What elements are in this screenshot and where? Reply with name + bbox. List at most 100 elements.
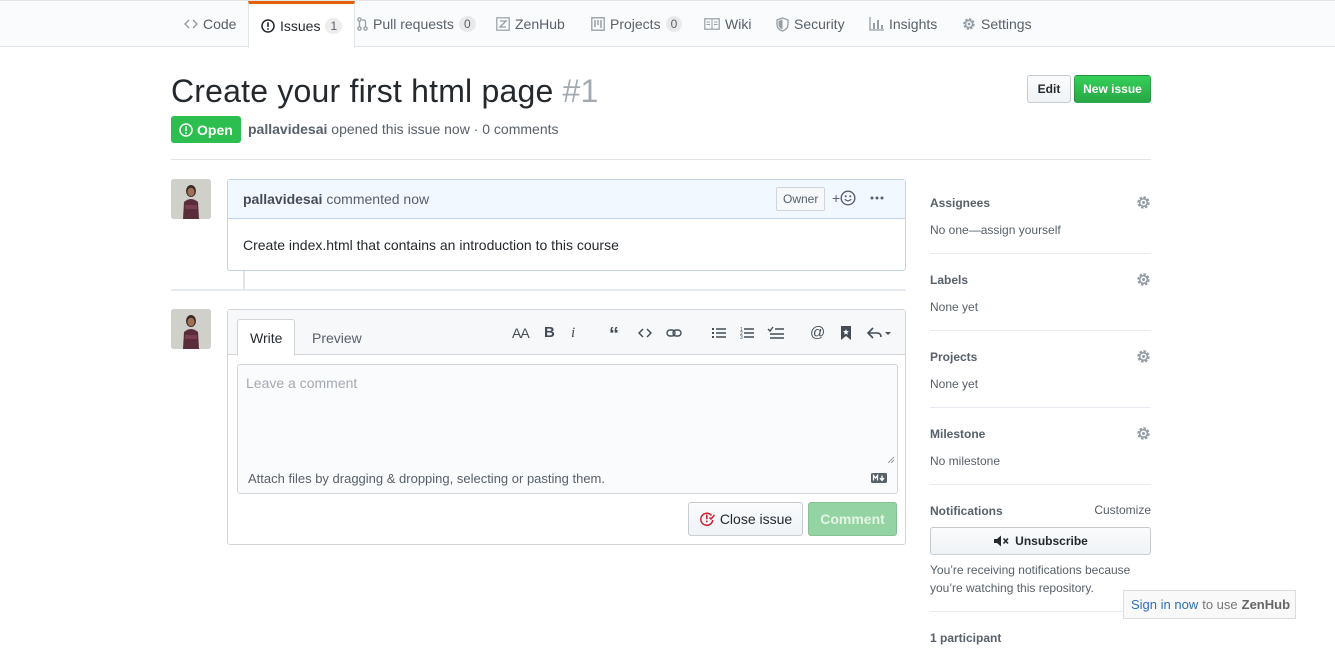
repo-nav: Code Issues 1 Pull requests 0 ZenHub Pro… (0, 0, 1335, 48)
notifications-note: You’re receiving notifications because y… (930, 563, 1131, 595)
shield-icon (776, 16, 789, 32)
gear-icon (962, 17, 976, 31)
participants-heading: 1 participant (930, 631, 1002, 645)
tab-write[interactable]: Write (237, 319, 296, 356)
sidebar-divider (930, 484, 1151, 485)
edit-button[interactable]: Edit (1027, 75, 1071, 103)
tab-label: Code (203, 16, 237, 32)
sidebar-labels: Labels None yet (930, 272, 1151, 315)
markdown-icon[interactable] (871, 473, 887, 483)
zenhub-icon (496, 17, 510, 31)
tab-label: Pull requests (373, 16, 454, 32)
mute-icon (994, 535, 1009, 547)
saved-reply-icon[interactable] (840, 325, 852, 341)
status-label: Open (197, 121, 233, 138)
header-divider (171, 159, 1151, 160)
task-list-icon[interactable] (767, 325, 784, 341)
mention-icon[interactable]: @ (810, 325, 825, 341)
book-icon (704, 18, 720, 30)
assign-yourself-link[interactable]: No one—assign yourself (930, 222, 1151, 238)
attach-text: Attach files by dragging & dropping, sel… (248, 470, 605, 486)
projects-counter: 0 (665, 16, 683, 32)
issue-opened-icon (179, 122, 193, 137)
tab-label: Issues (280, 18, 321, 34)
projects-value: None yet (930, 377, 979, 391)
tab-security[interactable]: Security (776, 1, 845, 47)
tab-preview[interactable]: Preview (300, 319, 374, 356)
zenhub-text: to use (1202, 597, 1238, 612)
tab-label: Wiki (725, 16, 752, 32)
smiley-icon (840, 190, 856, 206)
close-issue-button[interactable]: Close issue (688, 502, 803, 536)
projects-heading: Projects (930, 350, 978, 364)
gear-icon[interactable] (1136, 349, 1151, 364)
plus-icon: + (832, 190, 841, 206)
italic-icon[interactable]: i (571, 325, 575, 341)
milestone-value: No milestone (930, 454, 1001, 468)
svg-text:3: 3 (740, 335, 743, 341)
sidebar-divider (930, 611, 1151, 612)
gear-icon[interactable] (1136, 426, 1151, 441)
zenhub-signin-popup: Sign in now to use ZenHub (1123, 590, 1296, 619)
avatar[interactable] (171, 309, 211, 349)
comment-textarea[interactable]: Leave a comment (237, 364, 898, 464)
tab-zenhub[interactable]: ZenHub (496, 1, 565, 47)
issues-counter: 1 (325, 18, 343, 34)
comment-header: pallavidesai commented now Owner + (228, 180, 905, 219)
labels-heading: Labels (930, 273, 969, 287)
labels-value: None yet (930, 300, 979, 314)
tab-issues[interactable]: Issues 1 (248, 1, 356, 48)
sidebar-milestone: Milestone No milestone (930, 426, 1151, 469)
new-issue-button[interactable]: New issue (1074, 75, 1151, 103)
tab-wiki[interactable]: Wiki (704, 1, 751, 47)
owner-label: Owner (776, 187, 826, 211)
gear-icon[interactable] (1136, 272, 1151, 287)
unsubscribe-label: Unsubscribe (1015, 534, 1088, 548)
more-options-icon[interactable] (870, 190, 884, 206)
tab-insights[interactable]: Insights (869, 1, 937, 47)
customize-link[interactable]: Customize (1094, 503, 1151, 517)
link-icon[interactable] (666, 325, 682, 341)
zenhub-signin-link[interactable]: Sign in now (1131, 597, 1198, 612)
sidebar-divider (930, 407, 1151, 408)
assignees-heading: Assignees (930, 196, 991, 210)
comment-placeholder: Leave a comment (246, 375, 358, 391)
bold-icon[interactable]: B (544, 325, 555, 341)
text-size-icon[interactable]: AA (512, 325, 530, 341)
tab-label: Insights (889, 16, 938, 32)
tab-code[interactable]: Code (184, 1, 236, 47)
status-badge: Open (171, 116, 241, 143)
comment-button[interactable]: Comment (808, 502, 897, 536)
timeline-divider (171, 289, 906, 291)
tab-settings[interactable]: Settings (962, 1, 1032, 47)
comment-body: Create index.html that contains an intro… (243, 237, 619, 253)
form-toolbar: Write Preview AA B i “ 123 @ (228, 310, 905, 356)
milestone-heading: Milestone (930, 427, 986, 441)
pull-request-icon (357, 17, 368, 31)
pulls-counter: 0 (458, 16, 476, 32)
sidebar-assignees: Assignees No one—assign yourself (930, 195, 1151, 238)
file-attachment-zone[interactable]: Attach files by dragging & dropping, sel… (237, 463, 898, 494)
close-issue-label: Close issue (719, 511, 793, 527)
quote-icon[interactable]: “ (609, 325, 619, 345)
timeline-line (243, 271, 245, 289)
sidebar-projects: Projects None yet (930, 349, 1151, 392)
sidebar-participants: 1 participant (930, 630, 1151, 646)
avatar[interactable] (171, 179, 211, 219)
tab-label: Projects (610, 16, 661, 32)
reply-icon[interactable] (867, 325, 893, 341)
ordered-list-icon[interactable]: 123 (740, 325, 754, 341)
unsubscribe-button[interactable]: Unsubscribe (930, 527, 1151, 555)
add-reaction-button[interactable]: + (832, 190, 856, 206)
comment: pallavidesai commented now Owner + Creat… (227, 179, 906, 271)
code-icon[interactable] (638, 325, 652, 341)
comment-time[interactable]: commented now (326, 191, 429, 207)
tab-label: Security (794, 16, 845, 32)
issue-opened-icon (261, 19, 275, 33)
gear-icon[interactable] (1136, 195, 1151, 210)
issue-author-link[interactable]: pallavidesai (248, 121, 327, 137)
tab-pull-requests[interactable]: Pull requests 0 (357, 1, 476, 47)
tab-projects[interactable]: Projects 0 (591, 1, 683, 47)
comment-author[interactable]: pallavidesai (243, 191, 322, 207)
unordered-list-icon[interactable] (712, 325, 726, 341)
